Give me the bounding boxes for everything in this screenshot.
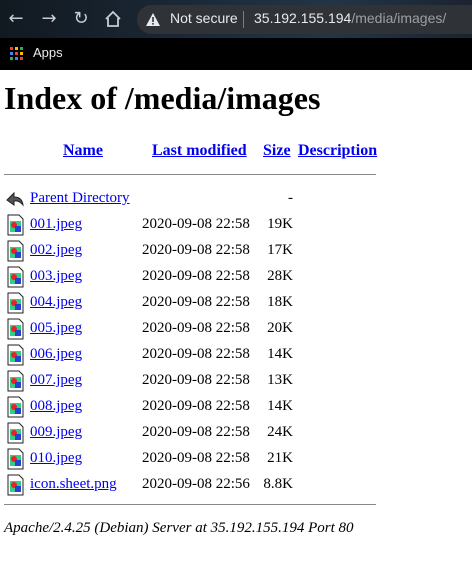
footer-divider	[4, 504, 376, 505]
file-size: 14K	[267, 398, 293, 414]
file-modified: 2020-09-08 22:58	[142, 294, 250, 310]
file-modified: 2020-09-08 22:58	[142, 398, 250, 414]
file-modified: 2020-09-08 22:58	[142, 216, 250, 232]
apps-grid-icon[interactable]	[10, 47, 24, 61]
file-link[interactable]: 001.jpeg	[30, 216, 82, 233]
file-row: 003.jpeg 2020-09-08 22:58 28K	[0, 266, 472, 292]
file-row: 001.jpeg 2020-09-08 22:58 19K	[0, 214, 472, 240]
file-link[interactable]: 009.jpeg	[30, 424, 82, 441]
url-path: /media/images/	[351, 10, 447, 26]
file-link[interactable]: 006.jpeg	[30, 346, 82, 363]
image-file-icon	[7, 292, 24, 314]
sort-by-size-link[interactable]: Size	[263, 142, 291, 160]
file-modified: 2020-09-08 22:58	[142, 450, 250, 466]
file-link[interactable]: 007.jpeg	[30, 372, 82, 389]
file-size: 19K	[267, 216, 293, 232]
file-size: 20K	[267, 320, 293, 336]
image-file-icon	[7, 422, 24, 444]
security-label[interactable]: Not secure	[170, 10, 238, 26]
image-file-icon	[7, 318, 24, 340]
file-row: icon.sheet.png 2020-09-08 22:56 8.8K	[0, 474, 472, 500]
file-link[interactable]: 002.jpeg	[30, 242, 82, 259]
image-file-icon	[7, 240, 24, 262]
image-file-icon	[7, 448, 24, 470]
image-file-icon	[7, 396, 24, 418]
file-size: 14K	[267, 346, 293, 362]
address-bar[interactable]: Not secure 35.192.155.194/media/images/	[137, 5, 472, 34]
back-icon[interactable]: ←	[5, 8, 27, 30]
image-file-icon	[7, 370, 24, 392]
parent-directory-link[interactable]: Parent Directory	[30, 190, 130, 207]
file-link[interactable]: icon.sheet.png	[30, 476, 117, 493]
image-file-icon	[7, 266, 24, 288]
file-link[interactable]: 005.jpeg	[30, 320, 82, 337]
image-file-icon	[7, 474, 24, 496]
reload-icon[interactable]: ↻	[70, 8, 92, 30]
file-size: 28K	[267, 268, 293, 284]
warning-icon[interactable]	[145, 12, 161, 27]
file-row: 002.jpeg 2020-09-08 22:58 17K	[0, 240, 472, 266]
file-modified: 2020-09-08 22:58	[142, 268, 250, 284]
home-icon[interactable]	[102, 8, 124, 30]
file-size: 21K	[267, 450, 293, 466]
file-modified: 2020-09-08 22:58	[142, 242, 250, 258]
browser-toolbar: ← → ↻ Not secure 35.192.155.194/media/im…	[0, 0, 472, 38]
file-row: 007.jpeg 2020-09-08 22:58 13K	[0, 370, 472, 396]
back-folder-icon	[6, 191, 24, 207]
image-file-icon	[7, 344, 24, 366]
server-signature: Apache/2.4.25 (Debian) Server at 35.192.…	[4, 520, 354, 536]
page-title: Index of /media/images	[4, 80, 321, 116]
file-link[interactable]: 010.jpeg	[30, 450, 82, 467]
file-row: 006.jpeg 2020-09-08 22:58 14K	[0, 344, 472, 370]
file-modified: 2020-09-08 22:58	[142, 320, 250, 336]
sort-by-modified-link[interactable]: Last modified	[152, 142, 247, 160]
sort-by-description-link[interactable]: Description	[298, 142, 377, 160]
file-row: 008.jpeg 2020-09-08 22:58 14K	[0, 396, 472, 422]
sort-by-name-link[interactable]: Name	[63, 142, 103, 160]
file-modified: 2020-09-08 22:58	[142, 346, 250, 362]
image-file-icon	[7, 214, 24, 236]
file-link[interactable]: 008.jpeg	[30, 398, 82, 415]
file-size: 17K	[267, 242, 293, 258]
apps-bookmark[interactable]: Apps	[33, 45, 63, 60]
file-row: 005.jpeg 2020-09-08 22:58 20K	[0, 318, 472, 344]
parent-directory-row: Parent Directory -	[0, 188, 472, 214]
file-row: 009.jpeg 2020-09-08 22:58 24K	[0, 422, 472, 448]
url-text[interactable]: 35.192.155.194/media/images/	[254, 10, 446, 26]
file-size: 18K	[267, 294, 293, 310]
address-separator	[243, 11, 244, 28]
file-row: 004.jpeg 2020-09-08 22:58 18K	[0, 292, 472, 318]
file-link[interactable]: 003.jpeg	[30, 268, 82, 285]
file-link[interactable]: 004.jpeg	[30, 294, 82, 311]
forward-icon[interactable]: →	[38, 8, 60, 30]
file-modified: 2020-09-08 22:56	[142, 476, 250, 492]
url-host: 35.192.155.194	[254, 10, 352, 26]
bookmarks-bar: Apps	[0, 38, 472, 70]
file-row: 010.jpeg 2020-09-08 22:58 21K	[0, 448, 472, 474]
file-size: 24K	[267, 424, 293, 440]
parent-size: -	[288, 190, 293, 206]
file-size: 8.8K	[263, 476, 293, 492]
file-size: 13K	[267, 372, 293, 388]
header-divider	[4, 174, 376, 175]
file-modified: 2020-09-08 22:58	[142, 372, 250, 388]
file-modified: 2020-09-08 22:58	[142, 424, 250, 440]
